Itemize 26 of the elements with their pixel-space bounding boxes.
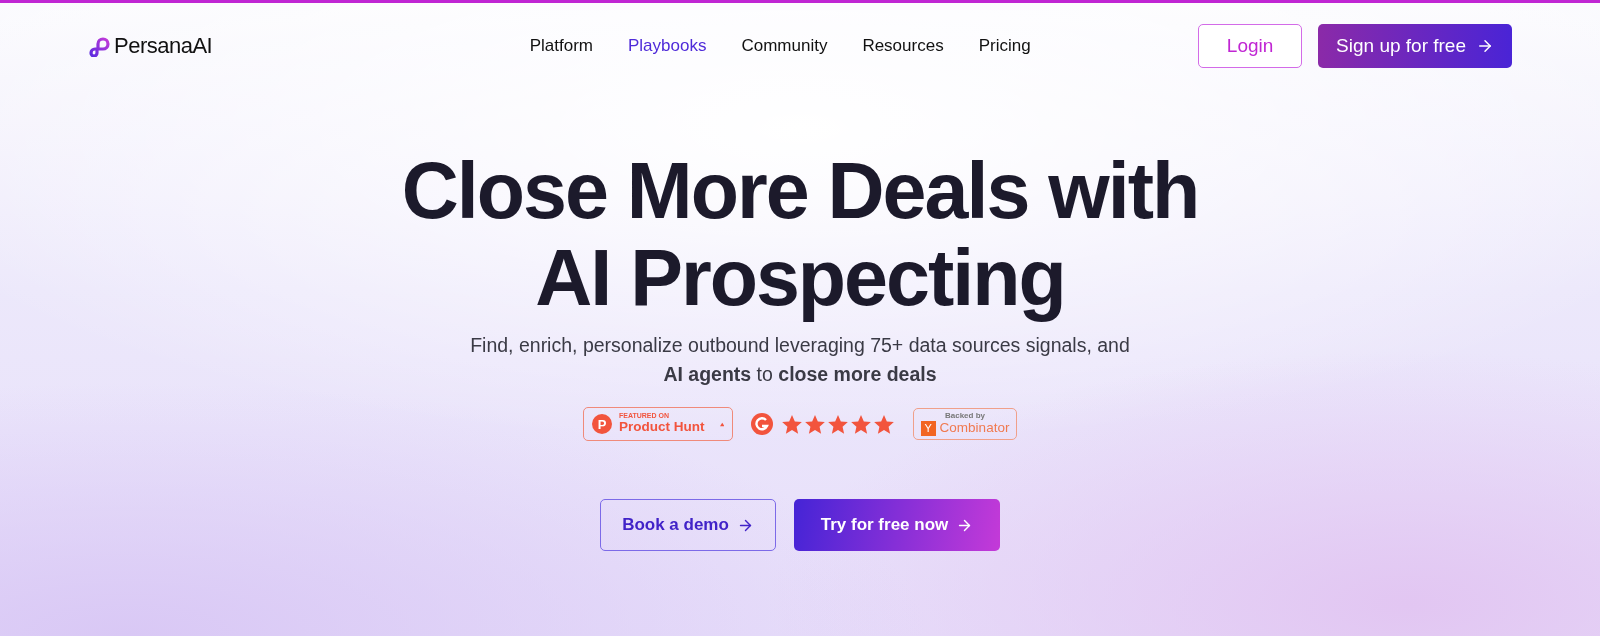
star-icon bbox=[781, 413, 803, 435]
try-free-button[interactable]: Try for free now bbox=[794, 499, 1000, 551]
star-icon bbox=[827, 413, 849, 435]
upvote-icon bbox=[719, 420, 724, 428]
nav-link[interactable]: Community bbox=[741, 35, 828, 56]
badge-name: Product Hunt bbox=[619, 419, 705, 436]
nav-link[interactable]: Resources bbox=[862, 35, 944, 56]
star-icon bbox=[873, 413, 895, 435]
y-combinator-logo: Y bbox=[920, 420, 936, 436]
hero-subtitle: Find, enrich, personalize outbound leveraging 75+ data sources signals, and AI agents to close more deals bbox=[470, 333, 1130, 387]
nav-link[interactable]: Platform bbox=[529, 35, 593, 56]
signup-button[interactable]: Sign up for free bbox=[1318, 23, 1512, 68]
hero-title: Close More Deals with AI Prospecting bbox=[401, 147, 1199, 321]
logo-text[interactable]: PersanaAI bbox=[114, 32, 213, 59]
badge-name: Combinator bbox=[939, 419, 1010, 437]
product-hunt-logo: P bbox=[592, 414, 612, 434]
star-icon bbox=[850, 413, 872, 435]
book-demo-button[interactable]: Book a demo bbox=[600, 499, 776, 551]
g2-logo-icon bbox=[751, 413, 773, 435]
badge-overline: Backed by bbox=[945, 411, 985, 420]
logo-icon bbox=[87, 34, 111, 57]
login-button[interactable]: Login bbox=[1198, 23, 1303, 68]
star-icon bbox=[804, 413, 826, 435]
y-combinator-badge[interactable]: Backed by Y Combinator bbox=[913, 408, 1017, 440]
nav-link[interactable]: Pricing bbox=[978, 35, 1031, 56]
nav-link[interactable]: Playbooks bbox=[628, 35, 707, 56]
